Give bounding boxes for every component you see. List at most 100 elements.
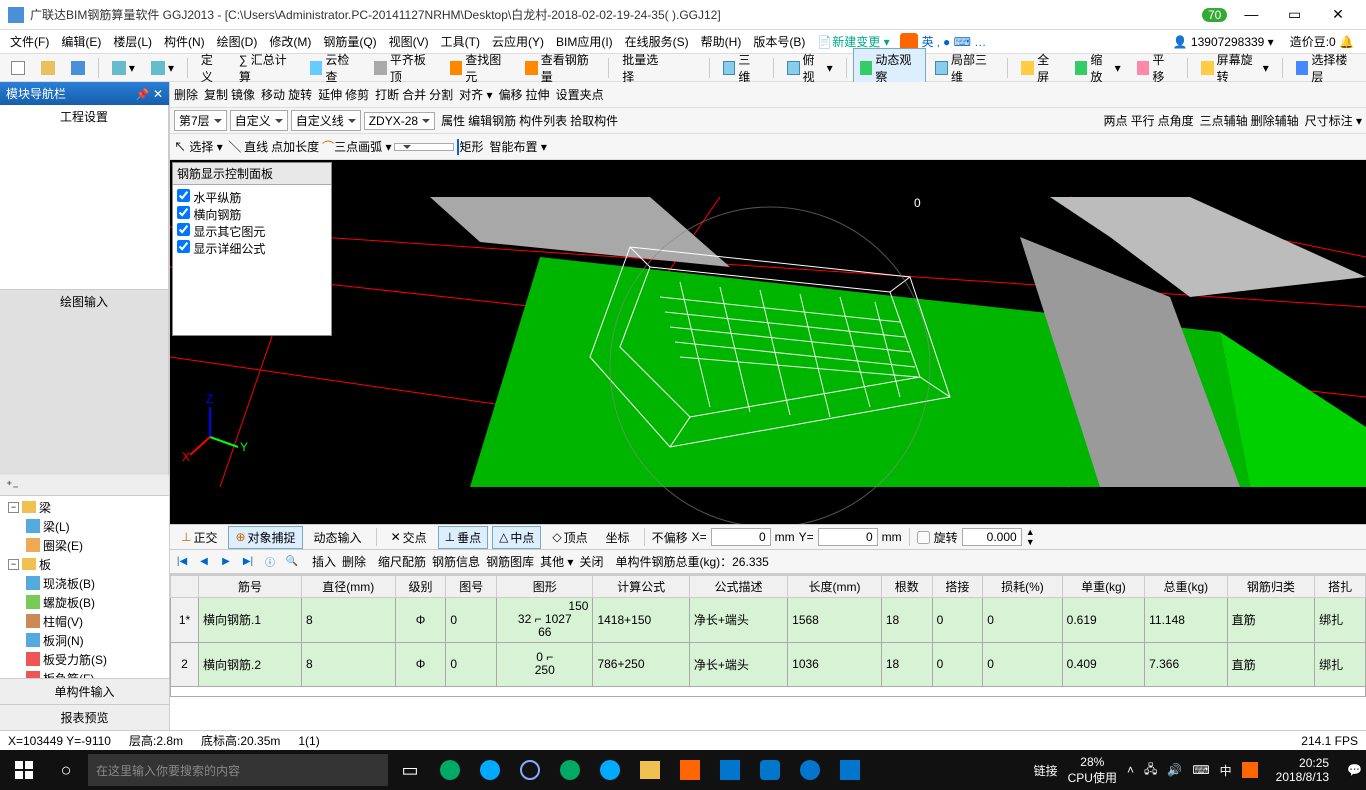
- align-button[interactable]: 对齐 ▾: [459, 86, 492, 103]
- nav-first[interactable]: |◀: [174, 554, 190, 570]
- offset-mode[interactable]: 不偏移: [652, 529, 688, 546]
- task-app4[interactable]: [712, 750, 748, 790]
- tree-node[interactable]: 板负筋(F): [0, 669, 169, 678]
- task-app3[interactable]: [672, 750, 708, 790]
- merge-button[interactable]: 合并: [402, 86, 426, 103]
- rebar-check[interactable]: 水平纵筋: [177, 189, 327, 206]
- rebar-check[interactable]: 显示其它图元: [177, 223, 327, 240]
- parallel-button[interactable]: 平行: [1131, 112, 1155, 129]
- tray-net-icon[interactable]: 🖧: [1144, 760, 1157, 781]
- task-app1[interactable]: [432, 750, 468, 790]
- floor-combo[interactable]: 第7层: [174, 110, 227, 131]
- pt-angle-button[interactable]: 点角度: [1158, 112, 1194, 129]
- viewport-canvas[interactable]: 0 Z Y X: [170, 160, 1366, 524]
- pt-len-tool[interactable]: 点加长度: [271, 138, 319, 155]
- task-folder[interactable]: [632, 750, 668, 790]
- rebar-lib-button[interactable]: 钢筋图库: [486, 553, 534, 570]
- rebar-info-button[interactable]: 钢筋信息: [432, 553, 480, 570]
- select-tool[interactable]: ↖ 选择 ▾: [174, 138, 223, 155]
- tree-tools[interactable]: ⁺₋: [0, 475, 169, 496]
- comp-list-button[interactable]: 构件列表: [519, 112, 567, 129]
- rebar-display-panel[interactable]: 钢筋显示控制面板 水平纵筋 横向钢筋 显示其它图元 显示详细公式: [172, 162, 332, 336]
- tray-up-icon[interactable]: ˄: [1127, 763, 1134, 777]
- start-button[interactable]: [4, 750, 44, 790]
- maximize-button[interactable]: ▭: [1275, 6, 1315, 23]
- ortho-toggle[interactable]: ⊥正交: [174, 526, 224, 549]
- nav-next[interactable]: ▶|: [240, 554, 256, 570]
- pick-comp-button[interactable]: 拾取构件: [570, 112, 618, 129]
- trim-button[interactable]: 修剪: [345, 86, 369, 103]
- type-combo[interactable]: 自定义线: [291, 110, 361, 131]
- tree-node[interactable]: 现浇板(B): [0, 574, 169, 593]
- rotate-check[interactable]: [917, 531, 930, 544]
- cat-combo[interactable]: 自定义: [230, 110, 288, 131]
- osnap-toggle[interactable]: ⊕对象捕捉: [228, 526, 302, 549]
- rebar-check[interactable]: 显示详细公式: [177, 240, 327, 257]
- tray-notif-icon[interactable]: 💬: [1347, 763, 1362, 777]
- nav-tree[interactable]: −梁梁(L)圈梁(E)−板现浇板(B)螺旋板(B)柱帽(V)板洞(N)板受力筋(…: [0, 496, 169, 678]
- tree-node[interactable]: 圈梁(E): [0, 536, 169, 555]
- nav-prev[interactable]: ◀: [196, 554, 212, 570]
- arc-tool[interactable]: ⌒三点画弧 ▾: [322, 138, 391, 155]
- line-tool[interactable]: ╲ 直线: [229, 138, 268, 155]
- menu-item[interactable]: 文件(F): [4, 33, 55, 51]
- row-delete-button[interactable]: 删除: [342, 553, 366, 570]
- menu-item[interactable]: 楼层(L): [107, 33, 158, 51]
- mirror-button[interactable]: 镜像: [231, 86, 255, 103]
- nav-info[interactable]: ⓘ: [262, 554, 278, 570]
- tray-link[interactable]: 链接: [1034, 762, 1058, 779]
- 3d-viewport[interactable]: 钢筋显示控制面板 水平纵筋 横向钢筋 显示其它图元 显示详细公式: [170, 160, 1366, 524]
- rect-tool[interactable]: 矩形: [457, 138, 483, 155]
- task-view-icon[interactable]: ▭: [392, 750, 428, 790]
- left-tab-project[interactable]: 工程设置: [0, 105, 169, 289]
- system-tray[interactable]: 链接 28%CPU使用 ˄ 🖧 🔊 ⌨ 中 20:252018/8/13 💬: [1034, 755, 1362, 786]
- rotate-button[interactable]: 旋转: [288, 86, 312, 103]
- tray-ime[interactable]: 中: [1220, 762, 1232, 779]
- snap-perp[interactable]: ⊥ 垂点: [438, 526, 488, 549]
- stretch-button[interactable]: 拉伸: [526, 86, 550, 103]
- tree-node[interactable]: 柱帽(V): [0, 612, 169, 631]
- tray-clock[interactable]: 20:252018/8/13: [1268, 756, 1337, 785]
- dyn-input-toggle[interactable]: 动态输入: [307, 526, 369, 549]
- rebar-grid[interactable]: 筋号直径(mm)级别图号图形计算公式公式描述长度(mm)根数搭接损耗(%)单重(…: [170, 574, 1366, 730]
- two-point-button[interactable]: 两点: [1104, 112, 1128, 129]
- draw-combo[interactable]: [394, 143, 454, 151]
- dim-button[interactable]: 尺寸标注 ▾: [1305, 112, 1362, 129]
- scale-rebar-button[interactable]: 缩尺配筋: [378, 553, 426, 570]
- snap-mid[interactable]: △ 中点: [492, 526, 541, 549]
- open-button[interactable]: [34, 58, 62, 78]
- close-data-button[interactable]: 关闭: [579, 553, 603, 570]
- code-combo[interactable]: ZDYX-28: [364, 112, 435, 130]
- task-app5[interactable]: [792, 750, 828, 790]
- offset-button[interactable]: 偏移: [499, 86, 523, 103]
- tray-vol-icon[interactable]: 🔊: [1167, 763, 1182, 777]
- single-input-button[interactable]: 单构件输入: [0, 678, 169, 704]
- snap-coord[interactable]: 坐标: [599, 526, 637, 549]
- rebar-check[interactable]: 横向钢筋: [177, 206, 327, 223]
- tree-node[interactable]: −梁: [0, 498, 169, 517]
- menu-item[interactable]: 编辑(E): [55, 33, 107, 51]
- task-qq[interactable]: [752, 750, 788, 790]
- task-edge[interactable]: [472, 750, 508, 790]
- nav-play[interactable]: ▶: [218, 554, 234, 570]
- y-input[interactable]: [818, 528, 878, 546]
- minimize-button[interactable]: —: [1231, 6, 1271, 22]
- del-axis-button[interactable]: 删除辅轴: [1251, 112, 1299, 129]
- tree-node[interactable]: 梁(L): [0, 517, 169, 536]
- move-button[interactable]: 移动: [261, 86, 285, 103]
- pin-icon[interactable]: 📌: [136, 89, 150, 101]
- close-button[interactable]: ✕: [1318, 6, 1358, 23]
- cortana-icon[interactable]: ○: [48, 750, 84, 790]
- save-button[interactable]: [64, 58, 92, 78]
- undo-button[interactable]: ▾: [105, 58, 142, 78]
- task-app6[interactable]: [832, 750, 868, 790]
- snap-vert[interactable]: ◇ 顶点: [545, 526, 594, 549]
- tree-node[interactable]: 板洞(N): [0, 631, 169, 650]
- tray-kb-icon[interactable]: ⌨: [1192, 763, 1209, 777]
- extend-button[interactable]: 延伸: [318, 86, 342, 103]
- tray-sogou-icon[interactable]: [1242, 762, 1258, 778]
- row-insert-button[interactable]: 插入: [312, 553, 336, 570]
- tree-node[interactable]: 板受力筋(S): [0, 650, 169, 669]
- rot-input[interactable]: [962, 528, 1022, 546]
- report-preview-button[interactable]: 报表预览: [0, 704, 169, 730]
